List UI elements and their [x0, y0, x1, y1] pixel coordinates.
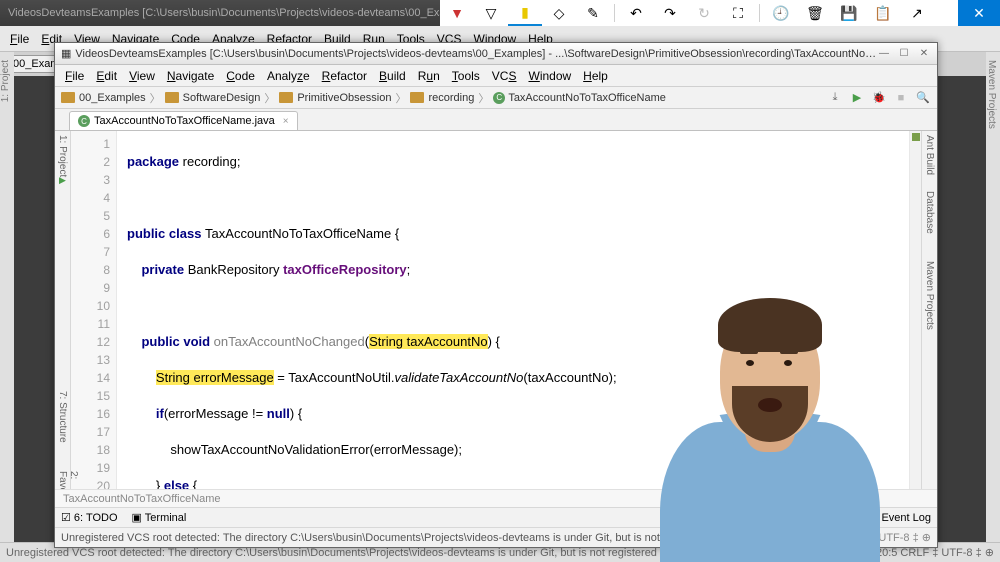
ide-title-bar: ▦ VideosDevteamsExamples [C:\Users\busin… [55, 43, 937, 65]
window-maximize-icon[interactable]: ☐ [897, 48, 911, 59]
redo-icon[interactable]: ↷ [653, 0, 687, 26]
breadcrumb-recording[interactable]: recording [428, 92, 474, 104]
menu-window[interactable]: Window [522, 69, 577, 83]
annotation-toolbar: ▼ ▽ ▮ ◇ ✎ ↶ ↷ ↻ ⛶ 🕘 🗑 💾 📋 ↗ ✕ [440, 0, 1000, 26]
terminal-tab[interactable]: ▣ Terminal [132, 511, 187, 524]
share-icon[interactable]: ↗ [900, 0, 934, 26]
outer-left-tool-strip: 1: Project [0, 52, 14, 542]
file-tab-label: TaxAccountNoToTaxOfficeName.java [94, 115, 275, 127]
eraser-icon[interactable]: ◇ [542, 0, 576, 26]
folder-icon [165, 92, 179, 103]
undo-icon[interactable]: ↶ [619, 0, 653, 26]
todo-tab[interactable]: ☑ 6: TODO [61, 511, 118, 524]
file-tab[interactable]: C TaxAccountNoToTaxOfficeName.java × [69, 111, 298, 130]
tool-structure[interactable]: 7: Structure [57, 391, 68, 443]
menu-view[interactable]: View [123, 69, 161, 83]
outer-right-tool-strip: Maven Projects [986, 52, 1000, 542]
marker-strip[interactable] [909, 131, 921, 489]
intellij-icon: ▦ [61, 47, 71, 60]
tool-ant[interactable]: Ant Build [924, 135, 935, 175]
close-tab-icon[interactable]: × [283, 116, 289, 127]
highlighter-icon[interactable]: ▮ [508, 0, 542, 26]
breadcrumb-softwaredesign[interactable]: SoftwareDesign [183, 92, 261, 104]
breadcrumb-class[interactable]: TaxAccountNoToTaxOfficeName [508, 92, 666, 104]
build-button[interactable]: ⤓ [827, 90, 843, 106]
folder-icon [61, 92, 75, 103]
folder-icon [279, 92, 293, 103]
ide-title-text: VideosDevteamsExamples [C:\Users\busin\D… [75, 48, 877, 60]
toolbar-separator-2 [759, 4, 760, 22]
right-tool-strip: Ant Build Database Maven Projects [921, 131, 937, 489]
search-button[interactable]: 🔍 [915, 90, 931, 106]
file-tab-row: C TaxAccountNoToTaxOfficeName.java × [55, 109, 937, 131]
menu-code[interactable]: Code [220, 69, 261, 83]
outer-menu-file[interactable]: File [4, 32, 35, 46]
stop-button[interactable]: ■ [893, 90, 909, 106]
breadcrumb-bar: 00_Examples 〉 SoftwareDesign 〉 Primitive… [55, 87, 937, 109]
breadcrumb-project[interactable]: 00_Examples [79, 92, 146, 104]
analysis-ok-icon [912, 133, 920, 141]
pencil-icon[interactable]: ✎ [576, 0, 610, 26]
pen-red-icon[interactable]: ▼ [440, 0, 474, 26]
menu-refactor[interactable]: Refactor [316, 69, 373, 83]
menu-navigate[interactable]: Navigate [161, 69, 220, 83]
menu-help[interactable]: Help [577, 69, 614, 83]
trash-icon[interactable]: 🗑 [798, 0, 832, 26]
menu-file[interactable]: File [59, 69, 90, 83]
class-icon: C [493, 92, 505, 104]
window-minimize-icon[interactable]: — [877, 48, 891, 59]
crop-icon[interactable]: ⛶ [721, 0, 755, 26]
class-icon: C [78, 115, 90, 127]
ide-menu-bar: File Edit View Navigate Code Analyze Ref… [55, 65, 937, 87]
pen-outline-icon[interactable]: ▽ [474, 0, 508, 26]
outer-tool-project[interactable]: 1: Project [0, 60, 11, 102]
history-icon[interactable]: 🕘 [764, 0, 798, 26]
folder-icon [410, 92, 424, 103]
menu-analyze[interactable]: Analyze [261, 69, 316, 83]
menu-edit[interactable]: Edit [90, 69, 123, 83]
menu-vcs[interactable]: VCS [486, 69, 523, 83]
close-button[interactable]: ✕ [958, 0, 1000, 26]
save-icon[interactable]: 💾 [832, 0, 866, 26]
presenter-person [660, 302, 880, 562]
line-gutter: 123▶4567891011121314151617181920 [71, 131, 117, 489]
toolbar-run-icons: ⤓ ▶ 🐞 ■ 🔍 [827, 90, 931, 106]
refresh-icon[interactable]: ↻ [687, 0, 721, 26]
copy-icon[interactable]: 📋 [866, 0, 900, 26]
menu-tools[interactable]: Tools [446, 69, 486, 83]
tool-maven[interactable]: Maven Projects [924, 261, 935, 330]
window-close-icon[interactable]: ✕ [917, 48, 931, 59]
breadcrumb-primitiveobsession[interactable]: PrimitiveObsession [297, 92, 391, 104]
menu-run[interactable]: Run [412, 69, 446, 83]
outer-tool-maven[interactable]: Maven Projects [986, 60, 997, 129]
debug-button[interactable]: 🐞 [871, 90, 887, 106]
run-button[interactable]: ▶ [849, 90, 865, 106]
tool-database[interactable]: Database [924, 191, 935, 234]
menu-build[interactable]: Build [373, 69, 412, 83]
toolbar-separator [614, 4, 615, 22]
